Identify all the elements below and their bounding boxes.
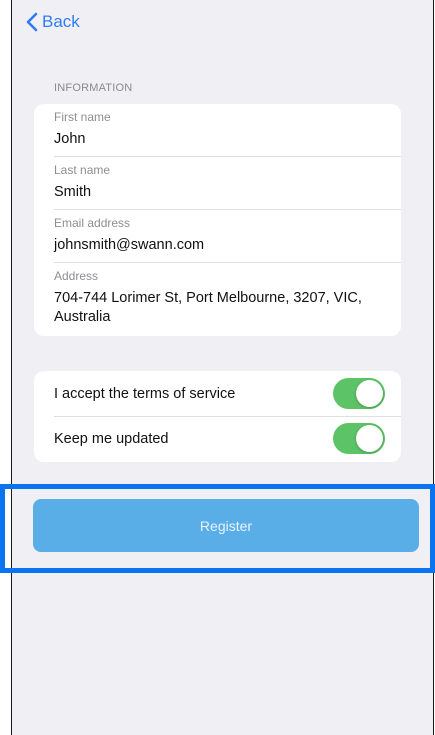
email-value[interactable]: johnsmith@swann.com bbox=[54, 236, 401, 255]
back-label: Back bbox=[42, 12, 80, 31]
first-name-value[interactable]: John bbox=[54, 130, 401, 149]
last-name-label: Last name bbox=[54, 163, 111, 177]
toggle-knob bbox=[356, 425, 383, 452]
email-label: Email address bbox=[54, 216, 131, 230]
toggle-knob bbox=[356, 380, 383, 407]
terms-toggle[interactable] bbox=[333, 378, 385, 409]
app-screen: Back INFORMATION First name John Last na… bbox=[11, 0, 434, 735]
updates-row: Keep me updated bbox=[54, 416, 401, 461]
terms-row: I accept the terms of service bbox=[54, 371, 401, 417]
first-name-field[interactable]: First name John bbox=[54, 104, 401, 157]
email-field[interactable]: Email address johnsmith@swann.com bbox=[54, 210, 401, 263]
information-card: First name John Last name Smith Email ad… bbox=[34, 104, 401, 336]
updates-toggle[interactable] bbox=[333, 423, 385, 454]
chevron-left-icon bbox=[26, 12, 38, 32]
address-value[interactable]: 704-744 Lorimer St, Port Melbourne, 3207… bbox=[54, 289, 371, 327]
back-button[interactable]: Back bbox=[26, 12, 80, 32]
address-label: Address bbox=[54, 269, 99, 283]
address-field[interactable]: Address 704-744 Lorimer St, Port Melbour… bbox=[54, 263, 371, 335]
section-header-information: INFORMATION bbox=[54, 82, 133, 94]
register-button[interactable]: Register bbox=[33, 499, 419, 552]
terms-label: I accept the terms of service bbox=[54, 385, 236, 402]
first-name-label: First name bbox=[54, 110, 111, 124]
preferences-card: I accept the terms of service Keep me up… bbox=[34, 371, 401, 462]
last-name-field[interactable]: Last name Smith bbox=[54, 157, 401, 210]
last-name-value[interactable]: Smith bbox=[54, 183, 401, 202]
updates-label: Keep me updated bbox=[54, 430, 169, 447]
